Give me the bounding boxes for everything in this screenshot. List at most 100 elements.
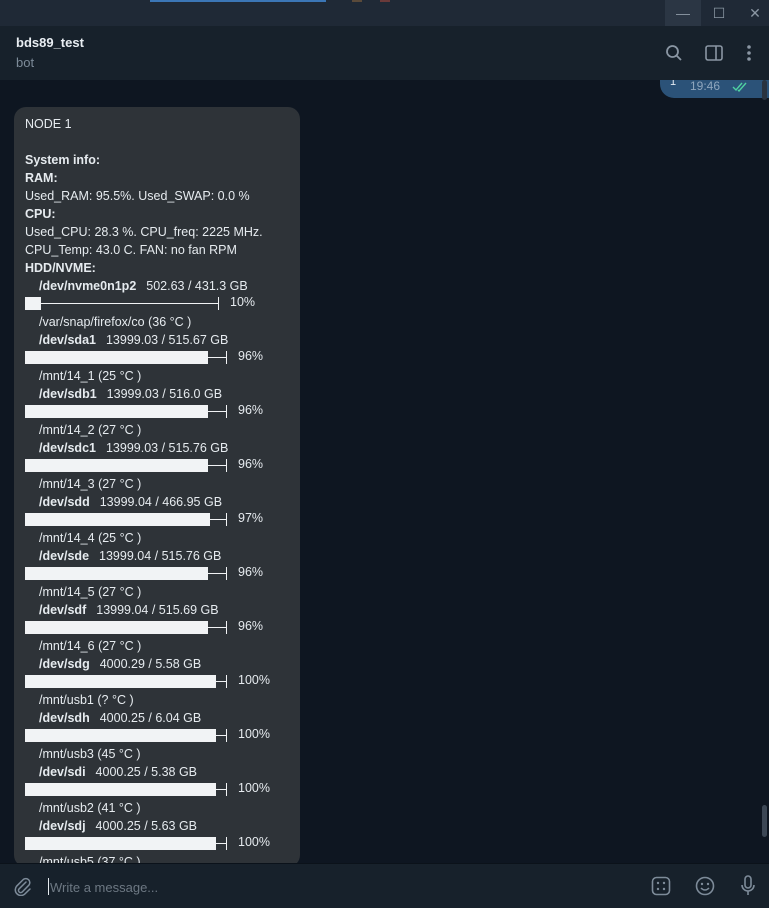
text-caret: [48, 878, 49, 895]
disk-usage-bar: [25, 567, 227, 580]
message-input[interactable]: [48, 876, 612, 898]
disk-entry: /dev/sdj 4000.25 / 5.63 GB: [39, 817, 197, 835]
disk-size: 4000.25 / 5.63 GB: [95, 819, 198, 833]
chat-messages[interactable]: 1 19:46 NODE 1 System info: RAM: Used_RA…: [0, 80, 769, 863]
disk-entry: /dev/sdf 13999.04 / 515.69 GB: [39, 601, 219, 619]
node-title: NODE 1: [25, 117, 72, 131]
disk-usage-percent: 97%: [238, 511, 264, 525]
disk-name: /dev/sdf: [39, 603, 87, 617]
disk-usage-percent: 96%: [238, 565, 264, 579]
cpu-temp: CPU_Temp: 43.0 C. FAN: no fan RPM: [25, 243, 237, 257]
emoji-icon[interactable]: [692, 873, 718, 899]
disk-mount-point: /mnt/usb3 (45 °C ): [39, 747, 141, 761]
disk-mount-point: /mnt/usb1 (? °C ): [39, 693, 134, 707]
disk-name: /dev/sde: [39, 549, 90, 563]
disk-usage-fill: [25, 837, 216, 850]
disk-usage-percent: 96%: [238, 457, 264, 471]
disk-usage-bar: [25, 621, 227, 634]
disk-mount-point: /mnt/14_3 (27 °C ): [39, 477, 142, 491]
scrollbar-top[interactable]: [762, 80, 767, 100]
disk-mount-point: /mnt/usb5 (37 °C ): [39, 855, 141, 863]
disk-name: /dev/sdc1: [39, 441, 96, 455]
disk-usage-percent: 96%: [238, 403, 264, 417]
disk-entry: /dev/sdb1 13999.03 / 516.0 GB: [39, 385, 222, 403]
disk-mount-point: /mnt/14_6 (27 °C ): [39, 639, 142, 653]
disk-usage-bar: [25, 837, 227, 850]
disk-usage-endcap: [226, 351, 227, 364]
disk-entry: /dev/sdg 4000.29 / 5.58 GB: [39, 655, 201, 673]
attach-icon[interactable]: [9, 873, 35, 899]
disk-name: /dev/sdi: [39, 765, 86, 779]
disk-entry: /dev/nvme0n1p2 502.63 / 431.3 GB: [39, 277, 248, 295]
disk-size: 13999.03 / 516.0 GB: [106, 387, 223, 401]
disk-usage-track: [25, 303, 218, 304]
chat-title[interactable]: bds89_test: [16, 35, 84, 50]
hdd-heading: HDD/NVME:: [25, 261, 96, 275]
disk-usage-fill: [25, 729, 216, 742]
disk-entry: /dev/sdd 13999.04 / 466.95 GB: [39, 493, 222, 511]
disk-usage-bar: [25, 459, 227, 472]
disk-usage-fill: [25, 459, 208, 472]
disk-size: 13999.03 / 515.67 GB: [105, 333, 229, 347]
disk-entry: /dev/sdi 4000.25 / 5.38 GB: [39, 763, 197, 781]
disk-mount-point: /mnt/usb2 (41 °C ): [39, 801, 141, 815]
disk-usage-percent: 100%: [238, 727, 270, 741]
disk-mount-point: /mnt/14_2 (27 °C ): [39, 423, 142, 437]
previous-message-bubble[interactable]: 1 19:46: [660, 80, 769, 98]
disk-name: /dev/sdh: [39, 711, 90, 725]
disk-name: /dev/sdb1: [39, 387, 97, 401]
disk-usage-percent: 10%: [230, 295, 256, 309]
microphone-icon[interactable]: [735, 873, 761, 899]
scrollbar-thumb[interactable]: [762, 805, 767, 837]
disk-size: 502.63 / 431.3 GB: [146, 279, 248, 293]
disk-mount-point: /var/snap/firefox/co (36 °C ): [39, 315, 192, 329]
disk-usage-fill: [25, 783, 216, 796]
read-checkmarks-icon: [732, 80, 750, 97]
disk-usage-fill: [25, 621, 208, 634]
disk-usage-bar: [25, 729, 227, 742]
disk-usage-percent: 96%: [238, 349, 264, 363]
disk-mount-point: /mnt/14_1 (25 °C ): [39, 369, 142, 383]
disk-usage-endcap: [226, 567, 227, 580]
tab-marker: [352, 0, 362, 2]
disk-usage-bar: [25, 675, 227, 688]
commands-icon[interactable]: [648, 873, 674, 899]
disk-size: 4000.25 / 5.38 GB: [95, 765, 198, 779]
disk-usage-bar: [25, 405, 227, 418]
disk-usage-fill: [25, 351, 208, 364]
disk-usage-fill: [25, 567, 208, 580]
message-text: 1: [670, 80, 677, 88]
disk-usage-bar: [25, 351, 227, 364]
search-icon[interactable]: [661, 40, 687, 66]
disk-usage-bar: [25, 783, 227, 796]
close-window-button[interactable]: ✕: [737, 0, 769, 26]
disk-usage-endcap: [226, 459, 227, 472]
disk-entry: /dev/sdh 4000.25 / 6.04 GB: [39, 709, 201, 727]
message-composer: [0, 863, 769, 908]
cpu-heading: CPU:: [25, 207, 56, 221]
window-titlebar: — ☐ ✕: [0, 0, 769, 26]
disk-usage-endcap: [226, 837, 227, 850]
disk-name: /dev/sda1: [39, 333, 96, 347]
more-vertical-icon[interactable]: [736, 40, 762, 66]
message-time: 19:46: [690, 80, 721, 93]
disk-mount-point: /mnt/14_5 (27 °C ): [39, 585, 142, 599]
disk-name: /dev/sdj: [39, 819, 86, 833]
maximize-button[interactable]: ☐: [701, 0, 737, 26]
disk-usage-fill: [25, 513, 210, 526]
disk-entry: /dev/sde 13999.04 / 515.76 GB: [39, 547, 221, 565]
disk-usage-fill: [25, 675, 216, 688]
ram-heading: RAM:: [25, 171, 58, 185]
message-bubble[interactable]: NODE 1 System info: RAM: Used_RAM: 95.5%…: [14, 107, 300, 863]
disk-entry: /dev/sdc1 13999.03 / 515.76 GB: [39, 439, 228, 457]
minimize-button[interactable]: —: [665, 0, 701, 26]
disk-usage-percent: 100%: [238, 781, 270, 795]
system-info-heading: System info:: [25, 153, 101, 167]
sidebar-toggle-icon[interactable]: [701, 40, 727, 66]
disk-usage-endcap: [218, 297, 219, 310]
disk-name: /dev/nvme0n1p2: [39, 279, 137, 293]
disk-size: 13999.04 / 515.76 GB: [99, 549, 222, 563]
disk-usage-fill: [25, 405, 208, 418]
disk-usage-endcap: [226, 405, 227, 418]
disk-usage-endcap: [226, 729, 227, 742]
